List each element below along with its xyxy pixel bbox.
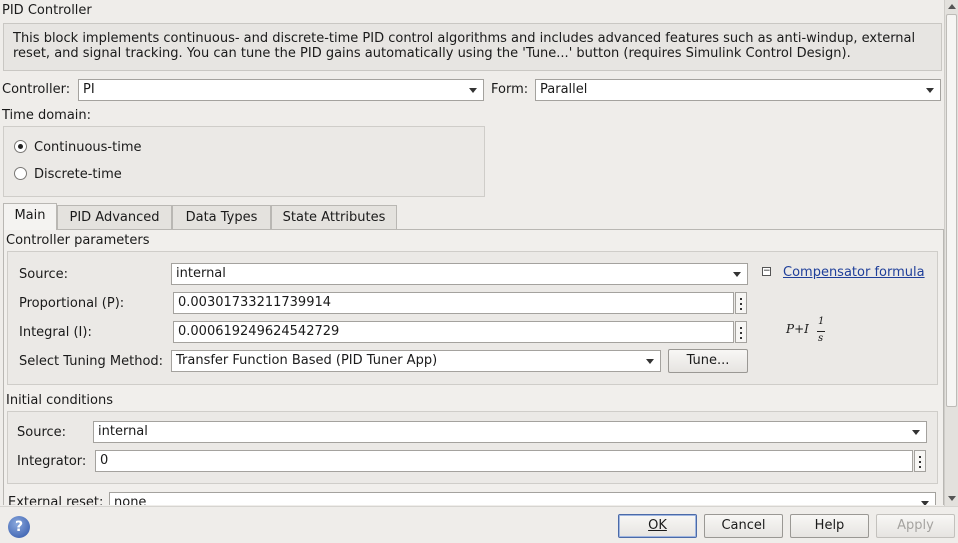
help-button[interactable]: Help [790, 514, 869, 538]
controller-label: Controller: [2, 82, 71, 97]
help-label: Help [814, 518, 845, 533]
description-box: This block implements continuous- and di… [3, 23, 942, 71]
scrollbar-thumb[interactable] [946, 14, 957, 407]
form-label: Form: [491, 82, 529, 97]
controller-dropdown[interactable]: PI [78, 79, 484, 101]
integral-input[interactable]: 0.000619249624542729 [173, 321, 734, 343]
chevron-down-icon [926, 88, 934, 93]
controller-value: PI [83, 82, 95, 97]
source-dropdown[interactable]: internal [171, 263, 748, 285]
more-options-icon[interactable] [914, 450, 926, 472]
scroll-down-icon[interactable] [948, 496, 956, 501]
continuous-time-label[interactable]: Continuous-time [34, 140, 142, 156]
time-domain-group [3, 126, 485, 197]
ok-label: OK [648, 518, 667, 533]
tab-data-types[interactable]: Data Types [172, 205, 271, 229]
formula-fraction-bar [817, 331, 825, 332]
chevron-down-icon [469, 88, 477, 93]
external-reset-dropdown[interactable]: none [109, 492, 936, 505]
description-text: This block implements continuous- and di… [13, 31, 916, 61]
form-dropdown[interactable]: Parallel [535, 79, 941, 101]
external-reset-row: External reset: none [3, 492, 944, 505]
collapse-symbol: − [763, 266, 771, 276]
cancel-label: Cancel [721, 518, 766, 533]
continuous-time-radio[interactable] [14, 140, 27, 153]
help-icon-glyph: ? [14, 519, 24, 535]
apply-label: Apply [897, 518, 934, 533]
compensator-formula-link[interactable]: Compensator formula [783, 265, 925, 281]
source-label: Source: [19, 267, 69, 282]
controller-parameters-title: Controller parameters [6, 233, 150, 248]
tuning-method-dropdown[interactable]: Transfer Function Based (PID Tuner App) [171, 350, 661, 372]
integral-label: Integral (I): [19, 325, 92, 340]
more-options-icon[interactable] [735, 321, 747, 343]
formula-numerator: 1 [818, 316, 825, 327]
scroll-up-icon[interactable] [948, 4, 956, 9]
chevron-down-icon [921, 501, 929, 505]
more-options-icon[interactable] [735, 292, 747, 314]
chevron-down-icon [912, 430, 920, 435]
form-value: Parallel [540, 82, 588, 97]
tab-state-attributes[interactable]: State Attributes [271, 205, 397, 229]
discrete-time-label[interactable]: Discrete-time [34, 167, 122, 183]
vertical-scrollbar[interactable] [944, 0, 958, 506]
collapse-icon[interactable]: − [762, 267, 771, 276]
ic-source-value: internal [98, 424, 148, 439]
tab-main[interactable]: Main [3, 203, 57, 230]
chevron-down-icon [733, 272, 741, 277]
compensator-formula: P+I 1 s [786, 316, 846, 350]
page-title: PID Controller [2, 3, 92, 18]
source-value: internal [176, 266, 226, 281]
ic-source-label: Source: [17, 425, 67, 440]
chevron-down-icon [646, 359, 654, 364]
external-reset-label: External reset: [8, 495, 104, 505]
tuning-method-label: Select Tuning Method: [19, 354, 164, 369]
apply-button[interactable]: Apply [876, 514, 955, 538]
tab-pid-advanced[interactable]: PID Advanced [57, 205, 172, 229]
formula-prefix: P+I [786, 322, 809, 336]
integrator-input[interactable]: 0 [95, 450, 913, 472]
formula-denominator: s [818, 333, 824, 344]
tuning-method-value: Transfer Function Based (PID Tuner App) [176, 353, 438, 368]
time-domain-label: Time domain: [2, 108, 92, 123]
cancel-button[interactable]: Cancel [704, 514, 783, 538]
integrator-label: Integrator: [17, 454, 87, 469]
ok-button[interactable]: OK [618, 514, 697, 538]
proportional-label: Proportional (P): [19, 296, 125, 311]
help-icon[interactable]: ? [8, 516, 30, 538]
proportional-input[interactable]: 0.00301733211739914 [173, 292, 734, 314]
tune-button[interactable]: Tune... [668, 349, 748, 373]
discrete-time-radio[interactable] [14, 167, 27, 180]
initial-conditions-title: Initial conditions [6, 393, 113, 408]
external-reset-value: none [114, 495, 147, 505]
ic-source-dropdown[interactable]: internal [93, 421, 927, 443]
